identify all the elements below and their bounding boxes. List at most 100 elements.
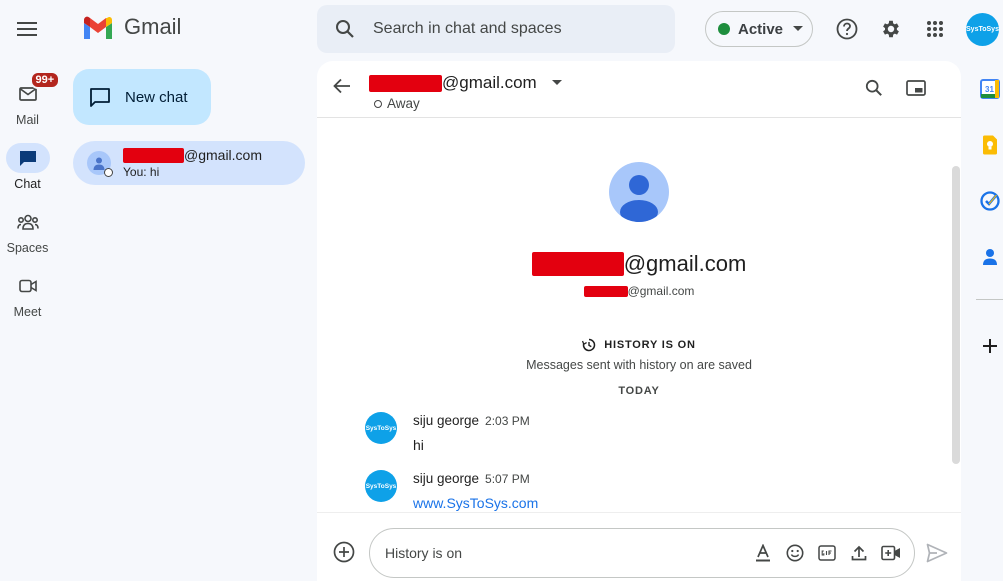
contact-large-avatar	[609, 162, 669, 222]
message-input[interactable]: History is on	[385, 545, 752, 561]
chat-item-preview: You: hi	[123, 165, 160, 179]
history-title: HISTORY IS ON	[604, 339, 696, 351]
contact-display-name: @gmail.com	[317, 251, 961, 277]
message-item[interactable]: SysToSys siju george 2:03 PM hi	[365, 412, 530, 453]
search-conversation-button[interactable]	[865, 79, 883, 97]
caret-down-icon	[551, 80, 562, 85]
chat-item-email: @gmail.com	[184, 147, 263, 163]
mail-icon	[18, 87, 37, 101]
settings-button[interactable]	[871, 9, 911, 49]
get-add-ons-button[interactable]	[976, 332, 1003, 360]
message-link[interactable]: www.SysToSys.com	[413, 495, 538, 511]
text-format-icon	[756, 544, 770, 562]
conversation-title-email: @gmail.com	[442, 73, 537, 92]
back-button[interactable]	[333, 78, 351, 94]
message-time: 5:07 PM	[485, 472, 530, 486]
search-button[interactable]	[317, 19, 373, 39]
calendar-icon: 31	[980, 79, 1000, 99]
redacted-name	[583, 285, 628, 297]
help-icon	[836, 18, 858, 40]
rail-label-spaces: Spaces	[6, 241, 49, 255]
add-attachment-button[interactable]	[333, 541, 355, 563]
rail-item-spaces[interactable]: Spaces	[0, 207, 55, 255]
history-icon	[582, 338, 596, 352]
away-status-icon	[374, 99, 382, 108]
contact-name-email: @gmail.com	[623, 251, 747, 276]
emoji-button[interactable]	[784, 542, 806, 564]
svg-text:31: 31	[985, 85, 994, 94]
unread-badge: 99+	[29, 71, 61, 89]
upload-icon	[851, 545, 867, 561]
rail-item-meet[interactable]: Meet	[0, 271, 55, 319]
side-app-calendar[interactable]: 31	[976, 75, 1003, 103]
arrow-back-icon	[333, 78, 350, 94]
chat-list-item[interactable]: @gmail.com You: hi	[73, 141, 305, 185]
gif-button[interactable]	[816, 542, 838, 564]
keep-icon	[983, 135, 997, 155]
side-panel-divider	[976, 299, 1003, 300]
apps-button[interactable]	[915, 9, 955, 49]
new-chat-label: New chat	[125, 88, 188, 106]
side-app-keep[interactable]	[976, 131, 1003, 159]
conversation-panel: @gmail.com Away @gmail.com @gmail.com HI…	[317, 61, 961, 581]
gear-icon	[883, 20, 899, 38]
redacted-name	[123, 147, 184, 163]
away-status-icon	[104, 168, 113, 177]
status-dropdown[interactable]: Active	[705, 11, 813, 47]
composer-divider	[317, 512, 961, 513]
message-time: 2:03 PM	[485, 414, 530, 428]
rail-item-chat[interactable]: Chat	[0, 143, 55, 191]
day-divider: TODAY	[618, 385, 660, 397]
hamburger-icon	[17, 22, 37, 36]
caret-down-icon	[793, 26, 804, 31]
message-composer[interactable]: History is on	[369, 528, 915, 578]
gmail-logo[interactable]: Gmail	[82, 14, 181, 40]
rail-label-mail: Mail	[16, 113, 39, 127]
video-add-icon	[881, 545, 900, 561]
picture-in-picture-icon	[906, 80, 926, 96]
message-text: hi	[413, 437, 424, 453]
rail-label-meet: Meet	[13, 305, 42, 319]
rail-item-mail[interactable]: 99+ Mail	[0, 71, 61, 127]
side-app-tasks[interactable]	[976, 187, 1003, 215]
search-input[interactable]: Search in chat and spaces	[373, 20, 562, 38]
conversation-header: @gmail.com Away	[317, 61, 961, 118]
search-bar[interactable]: Search in chat and spaces	[317, 5, 675, 53]
rail-label-chat: Chat	[14, 177, 41, 191]
scrollbar[interactable]	[952, 166, 960, 464]
history-subtitle: Messages sent with history on are saved	[526, 358, 752, 372]
support-button[interactable]	[827, 9, 867, 49]
gif-icon	[818, 545, 836, 561]
contact-email: @gmail.com	[317, 284, 961, 298]
sender-avatar[interactable]: SysToSys	[365, 470, 397, 502]
person-icon	[93, 157, 105, 170]
contact-avatar	[87, 151, 113, 177]
pop-out-button[interactable]	[906, 80, 926, 96]
contacts-icon	[983, 249, 997, 265]
message-item[interactable]: SysToSys siju george 5:07 PM www.SysToSys…	[365, 470, 538, 511]
new-chat-button[interactable]: New chat	[73, 69, 211, 125]
sender-avatar[interactable]: SysToSys	[365, 412, 397, 444]
main-menu-button[interactable]	[6, 8, 48, 50]
plus-icon	[983, 339, 997, 353]
account-avatar[interactable]: SysToSys	[966, 13, 999, 46]
add-circle-icon	[333, 541, 355, 563]
video-meeting-button[interactable]	[880, 542, 902, 564]
app-name: Gmail	[124, 14, 182, 39]
format-text-button[interactable]	[752, 542, 774, 564]
new-chat-icon	[90, 88, 110, 107]
sender-name: siju george	[413, 471, 480, 486]
active-status-dot	[718, 23, 730, 35]
history-status: HISTORY IS ON	[317, 338, 961, 352]
search-icon	[336, 20, 354, 38]
emoji-icon	[786, 544, 804, 562]
send-icon	[926, 543, 948, 563]
upload-file-button[interactable]	[848, 542, 870, 564]
sender-name: siju george	[413, 413, 480, 428]
person-icon	[620, 175, 658, 222]
conversation-title[interactable]: @gmail.com	[369, 73, 562, 93]
side-app-contacts[interactable]	[976, 243, 1003, 271]
send-button[interactable]	[926, 543, 948, 563]
chat-icon	[19, 150, 36, 166]
presence-status: Away	[374, 96, 420, 111]
